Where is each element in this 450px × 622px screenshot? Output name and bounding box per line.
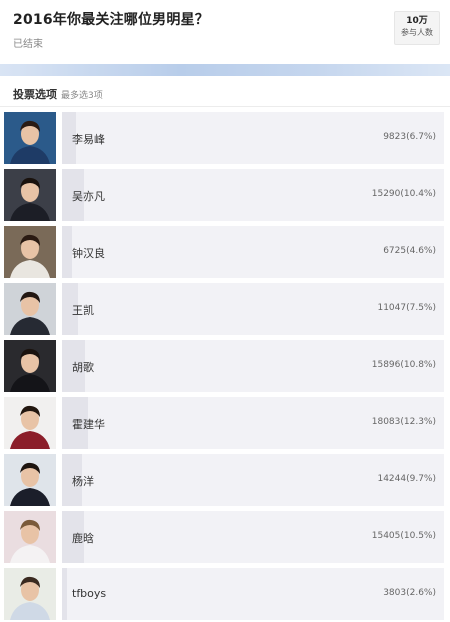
candidate-row[interactable]: 吴亦凡 15290(10.4%) xyxy=(0,164,450,221)
poll-status: 已结束 xyxy=(13,39,43,50)
candidate-photo xyxy=(4,283,56,335)
candidate-photo xyxy=(4,454,56,506)
options-header: 投票选项 最多选3项 xyxy=(0,76,450,107)
poll-title: 2016年你最关注哪位男明星？ xyxy=(13,12,209,28)
candidate-row[interactable]: 杨洋 14244(9.7%) xyxy=(0,449,450,506)
candidate-vote-count: 11047(7.5%) xyxy=(377,303,436,313)
candidate-vote-count: 9823(6.7%) xyxy=(383,132,436,142)
candidate-photo xyxy=(4,169,56,221)
candidate-vote-count: 6725(4.6%) xyxy=(383,246,436,256)
candidate-photo xyxy=(4,397,56,449)
candidate-vote-count: 15405(10.5%) xyxy=(371,531,436,541)
candidate-photo xyxy=(4,568,56,620)
candidate-vote-count: 15290(10.4%) xyxy=(371,189,436,199)
candidate-vote-count: 18083(12.3%) xyxy=(371,417,436,427)
candidate-row[interactable]: 鹿晗 15405(10.5%) xyxy=(0,506,450,563)
candidate-name: 钟汉良 xyxy=(72,247,105,260)
participant-label: 参与人数 xyxy=(401,28,433,37)
candidate-name: tfboys xyxy=(72,587,107,600)
participant-counter: 10万 参与人数 xyxy=(394,11,440,45)
candidate-photo xyxy=(4,226,56,278)
candidate-vote-count: 15896(10.8%) xyxy=(371,360,436,370)
participant-count: 10万 xyxy=(406,16,428,26)
result-bar-fill xyxy=(62,226,72,278)
candidate-row[interactable]: tfboys 3803(2.6%) xyxy=(0,563,450,620)
candidate-row[interactable]: 霍建华 18083(12.3%) xyxy=(0,392,450,449)
candidate-name: 李易峰 xyxy=(72,133,105,146)
candidate-name: 鹿晗 xyxy=(72,532,94,545)
candidate-name: 胡歌 xyxy=(72,361,94,374)
candidate-vote-count: 3803(2.6%) xyxy=(383,588,436,598)
options-limit-note: 最多选3项 xyxy=(61,91,103,101)
candidate-name: 杨洋 xyxy=(72,475,94,488)
poll-header: 2016年你最关注哪位男明星？ 已结束 10万 参与人数 xyxy=(0,0,450,64)
candidate-row[interactable]: 钟汉良 6725(4.6%) xyxy=(0,221,450,278)
header-banner xyxy=(0,64,450,76)
candidate-vote-count: 14244(9.7%) xyxy=(377,474,436,484)
candidate-row[interactable]: 胡歌 15896(10.8%) xyxy=(0,335,450,392)
candidate-row[interactable]: 李易峰 9823(6.7%) xyxy=(0,107,450,164)
candidate-name: 王凯 xyxy=(72,304,94,317)
candidate-photo xyxy=(4,112,56,164)
options-title: 投票选项 xyxy=(13,88,57,101)
result-bar-fill xyxy=(62,568,67,620)
candidate-photo xyxy=(4,340,56,392)
candidate-name: 霍建华 xyxy=(72,418,105,431)
candidate-name: 吴亦凡 xyxy=(72,190,105,203)
candidate-row[interactable]: 王凯 11047(7.5%) xyxy=(0,278,450,335)
candidate-photo xyxy=(4,511,56,563)
